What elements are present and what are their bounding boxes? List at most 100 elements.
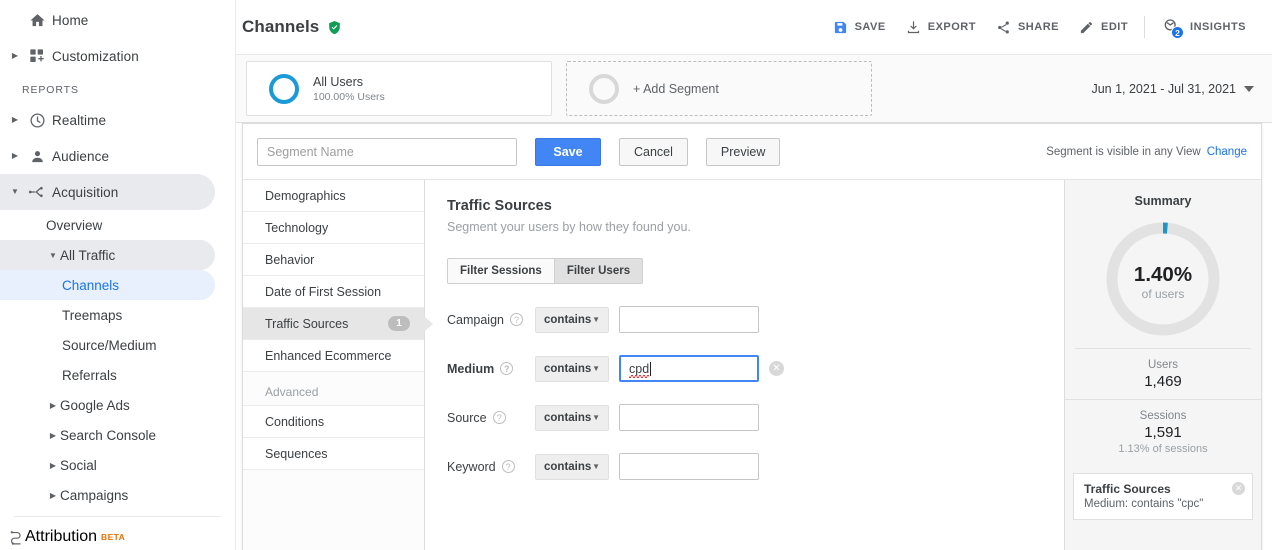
segment-text: All Users 100.00% Users — [313, 75, 385, 103]
donut-percent: 1.40% — [1134, 263, 1192, 286]
export-icon — [906, 20, 921, 35]
sidebar-subitem-label: All Traffic — [60, 247, 116, 263]
insights-button[interactable]: 2 INSIGHTS — [1151, 11, 1256, 43]
sidebar-item-source-medium[interactable]: Source/Medium — [0, 330, 215, 360]
clock-icon — [22, 112, 52, 129]
sidebar-item-home[interactable]: Home — [0, 2, 215, 38]
chevron-down-icon: ▼ — [592, 364, 600, 373]
keyword-value-input[interactable] — [619, 453, 759, 480]
chevron-down-icon: ▼ — [11, 187, 19, 196]
sidebar-item-acquisition[interactable]: ▼ Acquisition — [0, 174, 215, 210]
category-conditions[interactable]: Conditions — [243, 406, 424, 438]
sidebar-item-label: Customization — [52, 48, 139, 64]
export-button[interactable]: EXPORT — [896, 14, 986, 41]
filter-name: Source — [447, 410, 487, 425]
beta-badge: BETA — [101, 532, 126, 542]
category-traffic-sources[interactable]: Traffic Sources 1 — [243, 308, 433, 340]
sidebar-item-overview[interactable]: Overview — [0, 210, 215, 240]
sidebar-item-social[interactable]: ▶ Social — [0, 450, 215, 480]
category-label: Date of First Session — [265, 284, 382, 299]
sidebar-item-attribution[interactable]: Attribution BETA — [0, 517, 235, 550]
sidebar-subitem-label: Social — [60, 457, 97, 473]
insights-button-label: INSIGHTS — [1190, 21, 1246, 33]
category-date-of-first-session[interactable]: Date of First Session — [243, 276, 424, 308]
sidebar-item-channels[interactable]: Channels — [0, 270, 215, 300]
edit-button[interactable]: EDIT — [1069, 14, 1138, 41]
insights-count-badge: 2 — [1171, 26, 1185, 39]
sidebar-subitem-label: Search Console — [60, 427, 157, 443]
campaign-value-input[interactable] — [619, 306, 759, 333]
filter-name: Campaign — [447, 312, 504, 327]
sidebar-item-realtime[interactable]: ▶ Realtime — [0, 102, 215, 138]
filter-label-medium: Medium ? — [447, 362, 525, 376]
category-label: Behavior — [265, 252, 315, 267]
add-segment-label: + Add Segment — [633, 81, 719, 96]
toggle-filter-users[interactable]: Filter Users — [554, 258, 644, 284]
customization-icon — [22, 48, 52, 64]
category-label: Sequences — [265, 446, 328, 461]
source-operator-select[interactable]: contains ▼ — [535, 404, 609, 431]
left-sidebar: Home ▶ Customization REPORTS ▶ Realtime — [0, 0, 236, 550]
keyword-operator-select[interactable]: contains ▼ — [535, 453, 609, 480]
add-segment-button[interactable]: + Add Segment — [566, 61, 872, 116]
help-icon[interactable]: ? — [500, 362, 514, 375]
medium-operator-select[interactable]: contains ▼ — [535, 355, 609, 382]
header-actions: SAVE EXPORT SHARE EDIT 2 INSIGHTS — [823, 11, 1256, 43]
chevron-right-icon: ▶ — [49, 490, 57, 500]
chevron-right-icon: ▶ — [11, 51, 19, 60]
sidebar-item-treemaps[interactable]: Treemaps — [0, 300, 215, 330]
preview-segment-button[interactable]: Preview — [705, 137, 781, 166]
google-analytics-page: Home ▶ Customization REPORTS ▶ Realtime — [0, 0, 1272, 550]
category-enhanced-ecommerce[interactable]: Enhanced Ecommerce — [243, 340, 424, 372]
acquisition-icon — [22, 183, 52, 201]
category-demographics[interactable]: Demographics — [243, 180, 424, 212]
category-label: Enhanced Ecommerce — [265, 348, 392, 363]
sidebar-item-all-traffic[interactable]: ▼ All Traffic — [0, 240, 215, 270]
cancel-segment-button[interactable]: Cancel — [619, 137, 688, 166]
segment-subtitle: 100.00% Users — [313, 90, 385, 103]
segment-category-list: Demographics Technology Behavior Date of… — [243, 180, 433, 550]
source-value-input[interactable] — [619, 404, 759, 431]
save-button[interactable]: SAVE — [823, 14, 896, 41]
segment-name-input[interactable] — [257, 137, 517, 166]
operator-label: contains — [544, 362, 592, 375]
sidebar-item-google-ads[interactable]: ▶ Google Ads — [0, 390, 215, 420]
sidebar-item-search-console[interactable]: ▶ Search Console — [0, 420, 215, 450]
filter-row-medium: Medium ? contains ▼ cpd ✕ — [447, 355, 1042, 382]
filter-row-keyword: Keyword ? contains ▼ — [447, 453, 1042, 480]
medium-value-input[interactable]: cpd — [619, 355, 759, 382]
sidebar-item-audience[interactable]: ▶ Audience — [0, 138, 215, 174]
date-range-picker[interactable]: Jun 1, 2021 - Jul 31, 2021 — [1091, 82, 1256, 96]
category-sequences[interactable]: Sequences — [243, 438, 424, 470]
category-behavior[interactable]: Behavior — [243, 244, 424, 276]
page-header: Channels SAVE EXPORT SHARE EDIT 2 INSIGH… — [236, 0, 1272, 54]
summary-card-title: Traffic Sources — [1084, 482, 1171, 496]
filter-label-source: Source ? — [447, 411, 525, 425]
remove-condition-icon[interactable]: ✕ — [1232, 482, 1245, 495]
segment-visibility-note: Segment is visible in any View Change — [1046, 146, 1247, 158]
chevron-down-icon — [1244, 85, 1254, 92]
help-icon[interactable]: ? — [509, 313, 523, 326]
share-button-label: SHARE — [1017, 21, 1059, 33]
share-button[interactable]: SHARE — [986, 14, 1069, 41]
help-icon[interactable]: ? — [501, 460, 515, 473]
sidebar-item-customization[interactable]: ▶ Customization — [0, 38, 215, 74]
segment-all-users[interactable]: All Users 100.00% Users — [246, 61, 552, 116]
filter-label-keyword: Keyword ? — [447, 460, 525, 474]
sidebar-subitem-label: Channels — [62, 277, 120, 293]
help-icon[interactable]: ? — [492, 411, 506, 424]
category-technology[interactable]: Technology — [243, 212, 424, 244]
sidebar-item-campaigns[interactable]: ▶ Campaigns — [0, 480, 215, 510]
clear-medium-filter-icon[interactable]: ✕ — [769, 361, 784, 376]
page-title: Channels — [242, 17, 320, 36]
campaign-operator-select[interactable]: contains ▼ — [535, 306, 609, 333]
toggle-filter-sessions[interactable]: Filter Sessions — [447, 258, 555, 284]
segment-builder-toolbar: Save Cancel Preview Segment is visible i… — [243, 124, 1261, 180]
segment-title: All Users — [313, 74, 364, 89]
filter-name: Keyword — [447, 459, 496, 474]
main-content: Channels SAVE EXPORT SHARE EDIT 2 INSIGH… — [236, 0, 1272, 550]
change-visibility-link[interactable]: Change — [1207, 146, 1247, 158]
save-segment-button[interactable]: Save — [535, 137, 601, 166]
sidebar-item-referrals[interactable]: Referrals — [0, 360, 215, 390]
sidebar-subitem-label: Google Ads — [60, 397, 130, 413]
